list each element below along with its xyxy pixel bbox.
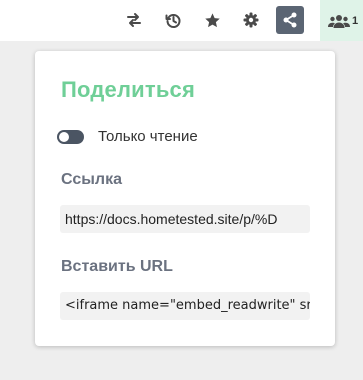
users-button[interactable]: 1 <box>320 0 363 41</box>
read-only-toggle[interactable] <box>57 129 84 144</box>
users-count: 1 <box>352 14 359 27</box>
share-popup: Поделиться Только чтение Ссылка https://… <box>35 51 335 346</box>
read-only-toggle-row[interactable]: Только чтение <box>57 128 198 145</box>
gear-icon <box>243 12 259 28</box>
share-icon <box>283 12 297 28</box>
settings-button[interactable] <box>237 6 265 34</box>
embed-field[interactable]: <iframe name="embed_readwrite" src="http… <box>60 292 310 320</box>
toggle-knob <box>59 131 69 142</box>
history-button[interactable] <box>159 6 187 34</box>
star-icon <box>204 12 220 27</box>
users-icon <box>328 14 350 28</box>
toolbar: 1 <box>0 0 363 41</box>
history-icon <box>165 13 180 28</box>
swap-arrows-icon <box>127 13 141 27</box>
favorite-button[interactable] <box>198 6 226 34</box>
swap-button[interactable] <box>120 6 148 34</box>
link-label: Ссылка <box>61 171 122 188</box>
share-button[interactable] <box>276 6 304 34</box>
popup-title: Поделиться <box>61 77 196 102</box>
read-only-label: Только чтение <box>98 128 198 145</box>
link-field[interactable]: https://docs.hometested.site/p/%D <box>60 205 310 233</box>
embed-label: Вставить URL <box>61 258 173 275</box>
